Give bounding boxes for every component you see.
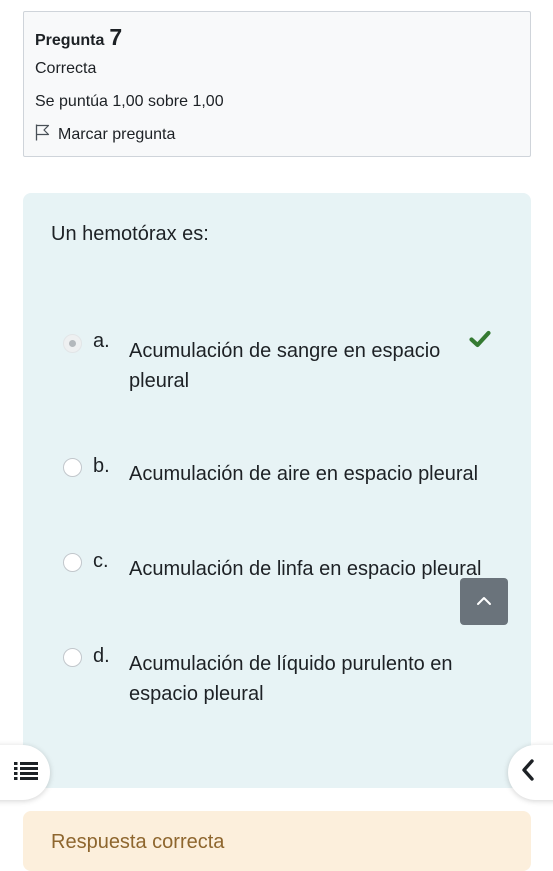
question-label: Pregunta [35,32,105,49]
flag-question-label: Marcar pregunta [58,126,176,143]
answer-radio-c[interactable] [63,553,82,572]
answer-letter: b. [93,455,110,477]
flag-icon [35,124,58,146]
answer-radio-d[interactable] [63,648,82,667]
answer-text: Acumulación de líquido purulento en espa… [129,653,453,705]
answer-radio-a[interactable] [63,334,82,353]
answer-letter: d. [93,645,110,667]
chevron-up-icon [476,593,492,611]
flag-question-link[interactable]: Marcar pregunta [35,124,519,146]
question-number: 7 [109,24,123,50]
chevron-left-icon [521,759,535,786]
feedback-label: Respuesta correcta [51,831,225,853]
scroll-to-top-button[interactable] [460,578,508,625]
answer-letter: a. [93,330,110,352]
question-status: Correcta [35,60,97,77]
answer-text: Acumulación de sangre en espacio pleural [129,340,441,392]
answer-letter: c. [93,550,109,572]
feedback-box: Respuesta correcta [23,811,531,871]
question-title: Pregunta 7 [35,24,519,51]
question-text: Un hemotórax es: [51,223,209,245]
quiz-navigation-button[interactable] [0,745,50,800]
check-icon [469,330,491,353]
answer-radio-b[interactable] [63,458,82,477]
question-grade: Se puntúa 1,00 sobre 1,00 [35,93,224,110]
question-info-box: Pregunta 7 Correcta Se puntúa 1,00 sobre… [23,11,531,157]
answer-text: Acumulación de linfa en espacio pleural [129,558,482,580]
answer-text: Acumulación de aire en espacio pleural [129,463,479,485]
question-card: Un hemotórax es: a. Acumulación de sangr… [23,193,531,788]
open-drawer-button[interactable] [508,745,553,800]
list-icon [14,761,38,785]
